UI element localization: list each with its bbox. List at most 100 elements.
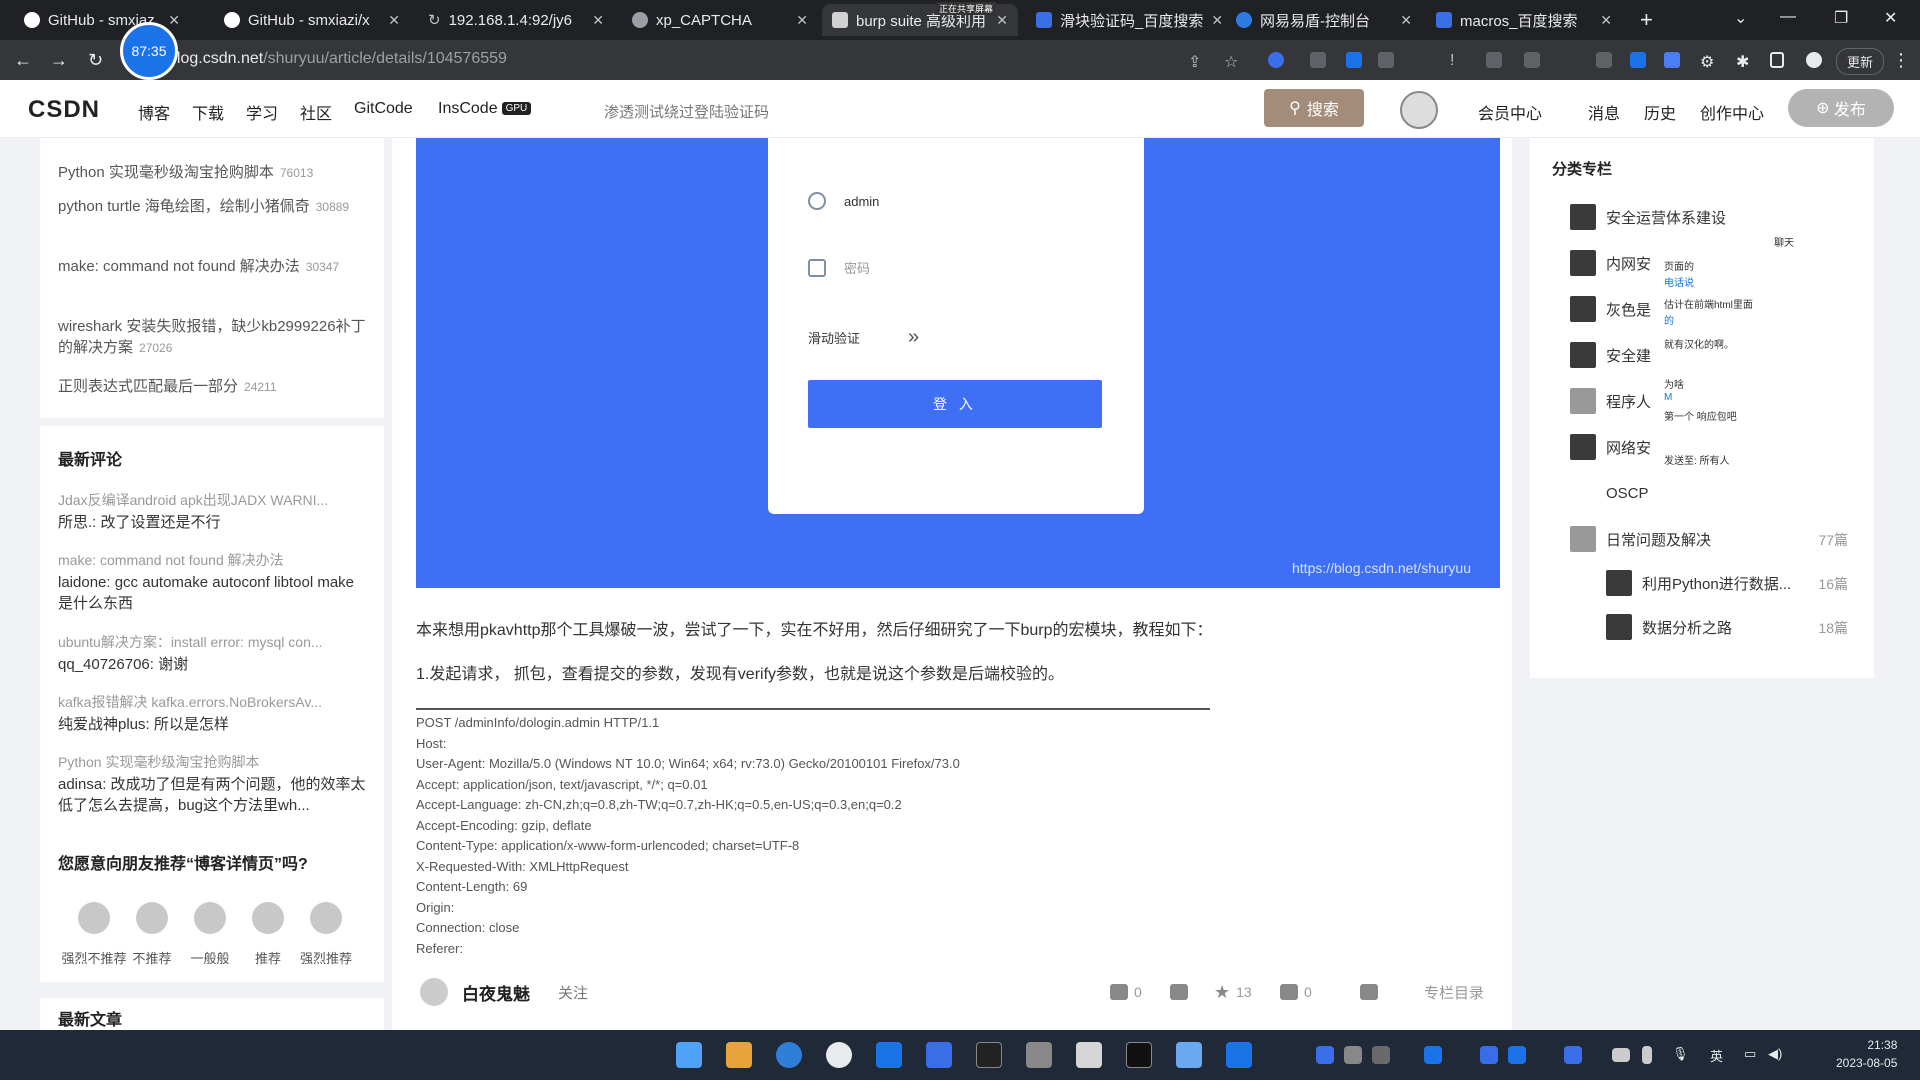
edge-icon[interactable] xyxy=(776,1042,802,1068)
column-item[interactable]: OSCP xyxy=(1570,480,1649,506)
forward-icon[interactable]: → xyxy=(50,50,68,71)
restore-icon[interactable]: ❐ xyxy=(1834,8,1848,28)
close-tab-icon[interactable]: ✕ xyxy=(168,12,180,29)
volume-icon[interactable]: ◀) xyxy=(1768,1046,1782,1062)
nav-gitcode[interactable]: GitCode xyxy=(354,100,413,118)
extension-icon[interactable] xyxy=(1378,52,1394,68)
hot-article-item[interactable]: Python 实现毫秒级淘宝抢购脚本 76013 xyxy=(58,162,368,184)
tab-baidu-macros[interactable]: macros_百度搜索 ✕ xyxy=(1426,4,1622,36)
tray-icon[interactable] xyxy=(1564,1046,1582,1064)
recording-timer[interactable]: 87:35 xyxy=(120,22,178,80)
close-tab-icon[interactable]: ✕ xyxy=(1211,12,1222,29)
extension-icon[interactable] xyxy=(1596,52,1612,68)
tab-local-ip[interactable]: ↻ 192.168.1.4:92/jy6 ✕ xyxy=(418,4,614,36)
share-icon[interactable]: ⇪ xyxy=(1188,52,1204,71)
java-icon[interactable] xyxy=(1076,1042,1102,1068)
close-tab-icon[interactable]: ✕ xyxy=(796,12,808,29)
comment-article[interactable]: Jdax反编译android apk出现JADX WARNI... xyxy=(58,490,368,510)
tray-icon[interactable] xyxy=(1480,1046,1498,1064)
tab-baidu-slider[interactable]: 滑块验证码_百度搜索 ✕ xyxy=(1026,4,1222,36)
nav-learn[interactable]: 学习 xyxy=(246,100,278,124)
tab-search-icon[interactable]: ⌄ xyxy=(1734,8,1747,28)
close-tab-icon[interactable]: ✕ xyxy=(1600,12,1612,29)
system-clock[interactable]: 21:38 2023-08-05 xyxy=(1836,1036,1897,1072)
column-item[interactable]: 利用Python进行数据... xyxy=(1606,570,1791,596)
chat-send-to[interactable]: 发送至: 所有人 xyxy=(1664,452,1730,467)
extension-icon[interactable]: ! xyxy=(1450,52,1466,69)
nav-blog[interactable]: 博客 xyxy=(138,100,170,124)
column-item[interactable]: 内网安 xyxy=(1570,250,1651,276)
nav-community[interactable]: 社区 xyxy=(300,100,332,124)
close-tab-icon[interactable]: ✕ xyxy=(388,12,400,29)
close-tab-icon[interactable]: ✕ xyxy=(1400,12,1412,29)
dislike-button[interactable] xyxy=(1170,984,1188,1000)
nav-inscode[interactable]: InsCode GPU xyxy=(438,100,532,118)
chrome-icon[interactable] xyxy=(826,1042,852,1068)
very-happy-face-icon[interactable] xyxy=(310,902,342,934)
back-icon[interactable]: ← xyxy=(14,50,32,71)
publish-button[interactable]: ⊕ 发布 xyxy=(1788,89,1894,127)
author-avatar[interactable] xyxy=(420,978,448,1006)
menu-icon[interactable]: ⋮ xyxy=(1892,50,1910,71)
extension-icon[interactable] xyxy=(1524,52,1540,68)
tray-icon[interactable] xyxy=(1372,1046,1390,1064)
hot-article-item[interactable]: wireshark 安装失败报错，缺少kb2999226补丁的解决方案 27026 xyxy=(58,316,368,359)
nav-creator[interactable]: 创作中心 xyxy=(1700,100,1764,124)
terminal-icon[interactable] xyxy=(976,1042,1002,1068)
meeting-icon[interactable] xyxy=(1310,52,1326,68)
profile-icon[interactable] xyxy=(1806,52,1822,68)
column-item[interactable]: 日常问题及解决 xyxy=(1570,526,1711,552)
column-item[interactable]: 安全运营体系建设 xyxy=(1570,204,1726,230)
new-tab-button[interactable]: + xyxy=(1630,4,1666,36)
hot-article-item[interactable]: make: command not found 解决办法 30347 xyxy=(58,256,368,278)
tray-icon[interactable] xyxy=(1344,1046,1362,1064)
star-icon[interactable]: ☆ xyxy=(1224,52,1240,71)
comment-button[interactable]: 0 xyxy=(1280,984,1312,1000)
app-icon[interactable] xyxy=(1226,1042,1252,1068)
nav-download[interactable]: 下载 xyxy=(192,100,224,124)
nav-messages[interactable]: 消息 xyxy=(1588,100,1620,124)
start-icon[interactable] xyxy=(676,1042,702,1068)
extension-icon[interactable] xyxy=(1486,52,1502,68)
comment-article[interactable]: kafka报错解决 kafka.errors.NoBrokersAv... xyxy=(58,692,368,712)
nav-vip[interactable]: 会员中心 xyxy=(1478,100,1542,124)
console-icon[interactable] xyxy=(1126,1042,1152,1068)
reload-icon[interactable]: ↻ xyxy=(88,50,103,71)
column-item[interactable]: 网络安 xyxy=(1570,434,1651,460)
app-icon[interactable] xyxy=(1026,1042,1052,1068)
follow-button[interactable]: 关注 xyxy=(558,982,588,1003)
hot-article-item[interactable]: 正则表达式匹配最后一部分 24211 xyxy=(58,376,368,398)
column-toc-button[interactable]: 专栏目录 xyxy=(1424,982,1484,1003)
search-button[interactable]: ⚲ 搜索 xyxy=(1264,89,1364,127)
column-item[interactable]: 数据分析之路 xyxy=(1606,614,1732,640)
tray-icon[interactable] xyxy=(1316,1046,1334,1064)
update-button[interactable]: 更新 xyxy=(1836,48,1885,75)
input-language[interactable]: 英 xyxy=(1710,1046,1723,1065)
microphone-icon[interactable]: 🎙 xyxy=(1672,1046,1689,1062)
neutral-face-icon[interactable] xyxy=(194,902,226,934)
comment-article[interactable]: make: command not found 解决办法 xyxy=(58,550,368,570)
app-icon[interactable] xyxy=(1176,1042,1202,1068)
extension-icon[interactable] xyxy=(1268,52,1284,68)
meeting-count-icon[interactable] xyxy=(1346,52,1362,68)
column-item[interactable]: 安全建 xyxy=(1570,342,1651,368)
unhappy-face-icon[interactable] xyxy=(136,902,168,934)
tab-github-2[interactable]: GitHub - smxiazi/x ✕ xyxy=(214,4,410,36)
extension-icon[interactable] xyxy=(1630,52,1646,68)
tab-netease-console[interactable]: 网易易盾-控制台 ✕ xyxy=(1226,4,1422,36)
meeting-app-icon[interactable] xyxy=(926,1042,952,1068)
tab-xp-captcha[interactable]: xp_CAPTCHA ✕ xyxy=(622,4,818,36)
happy-face-icon[interactable] xyxy=(252,902,284,934)
hot-article-item[interactable]: python turtle 海龟绘图，绘制小猪佩奇 30889 xyxy=(58,196,368,218)
column-item[interactable]: 程序人 xyxy=(1570,388,1651,414)
file-explorer-icon[interactable] xyxy=(726,1042,752,1068)
url-field[interactable]: blog.csdn.net/shuryuu/article/details/10… xyxy=(168,50,507,68)
network-icon[interactable] xyxy=(1612,1048,1630,1062)
app-icon[interactable] xyxy=(876,1042,902,1068)
nav-history[interactable]: 历史 xyxy=(1644,100,1676,124)
puzzle-icon[interactable]: ✱ xyxy=(1736,52,1752,71)
tray-icon[interactable] xyxy=(1508,1046,1526,1064)
csdn-logo[interactable]: CSDN xyxy=(28,96,100,124)
display-icon[interactable]: ▭ xyxy=(1744,1046,1756,1062)
close-tab-icon[interactable]: ✕ xyxy=(996,12,1008,29)
